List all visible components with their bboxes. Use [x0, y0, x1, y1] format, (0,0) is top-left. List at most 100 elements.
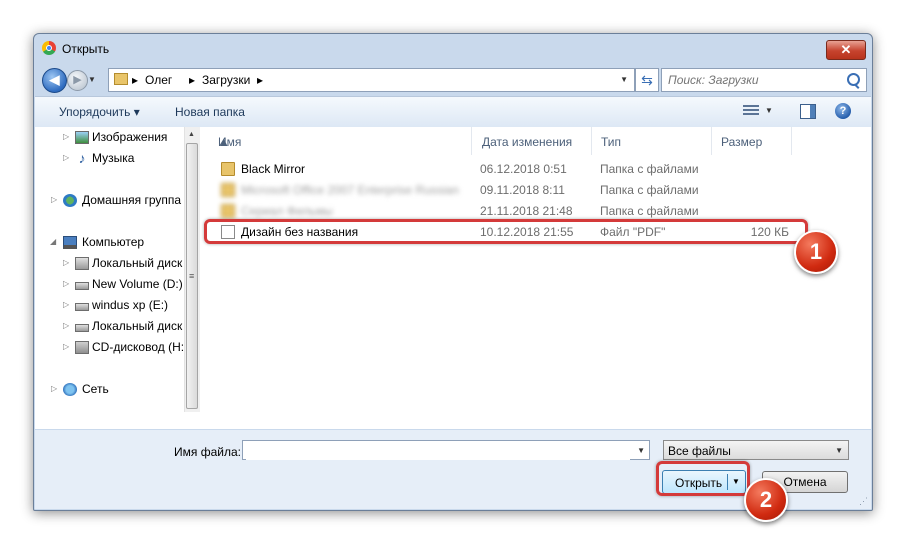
file-row[interactable]: Microsoft Office 2007 Enterprise Russian… — [201, 180, 801, 201]
expand-arrow-icon[interactable]: ▷ — [63, 132, 69, 141]
nav-item-label: New Volume (D:) — [92, 277, 183, 291]
preview-pane-icon[interactable] — [800, 104, 816, 119]
search-icon[interactable] — [847, 73, 860, 86]
breadcrumb[interactable]: ▸ Олег ▸ Загрузки ▸ ▼ — [108, 68, 635, 92]
refresh-icon: ⇆ — [641, 72, 653, 88]
grip-icon: ≡ — [189, 271, 195, 281]
file-row[interactable]: Black Mirror 06.12.2018 0:51 Папка с фай… — [201, 159, 801, 180]
folder-icon — [221, 162, 235, 176]
file-type: Папка с файлами — [600, 183, 699, 197]
recent-locations-chevron-icon[interactable]: ▼ — [88, 75, 96, 84]
nav-item-label: Локальный диск — [92, 256, 183, 270]
refresh-button[interactable]: ⇆ — [635, 68, 659, 92]
sort-ascending-icon: ▲ — [218, 135, 230, 149]
breadcrumb-separator-icon[interactable]: ▸ — [189, 73, 195, 87]
column-label: Тип — [601, 135, 622, 149]
view-dropdown-icon[interactable]: ▼ — [765, 106, 773, 115]
nav-item-drive-c[interactable]: ▷ Локальный диск — [35, 255, 184, 273]
back-button[interactable]: ◀ — [42, 68, 67, 93]
filename-dropdown-icon[interactable]: ▼ — [637, 446, 645, 455]
title-bar: Открыть ✕ — [34, 34, 872, 64]
step2-highlight — [656, 461, 750, 496]
close-button[interactable]: ✕ — [826, 40, 866, 60]
file-type: Папка с файлами — [600, 204, 699, 218]
file-name: Microsoft Office 2007 Enterprise Russian — [241, 183, 459, 197]
address-bar: ◀ ▶ ▼ ▸ Олег ▸ Загрузки ▸ ▼ ⇆ — [40, 68, 867, 93]
filter-value: Все файлы — [668, 444, 731, 458]
organize-button[interactable]: Упорядочить ▾ — [59, 105, 140, 119]
main-content: ▷ Изображения ▷ ♪ Музыка ▷ Домашняя груп… — [35, 127, 871, 429]
new-folder-button[interactable]: Новая папка — [175, 105, 245, 119]
filename-input[interactable] — [246, 442, 630, 460]
file-type: Папка с файлами — [600, 162, 699, 176]
nav-item-cd-drive[interactable]: ▷ CD-дисковод (H: — [35, 339, 184, 357]
file-list: Имя ▲ Дата изменения Тип Размер Black Mi… — [201, 127, 871, 429]
nav-item-label: CD-дисковод (H: — [92, 340, 184, 354]
navigation-pane: ▷ Изображения ▷ ♪ Музыка ▷ Домашняя груп… — [35, 127, 184, 412]
nav-item-label: Сеть — [82, 382, 109, 396]
nav-item-pictures[interactable]: ▷ Изображения — [35, 129, 184, 147]
column-label: Размер — [721, 135, 763, 149]
expand-arrow-icon[interactable]: ▷ — [63, 153, 69, 162]
nav-item-music[interactable]: ▷ ♪ Музыка — [35, 150, 184, 168]
music-icon: ♪ — [78, 150, 86, 166]
scroll-up-icon[interactable]: ▲ — [188, 131, 195, 138]
nav-item-network[interactable]: ▷ Сеть — [35, 381, 184, 399]
nav-item-homegroup[interactable]: ▷ Домашняя группа — [35, 192, 184, 210]
step1-highlight — [204, 219, 808, 244]
expand-arrow-icon[interactable]: ▷ — [51, 195, 57, 204]
filename-field[interactable]: ▼ — [242, 440, 650, 460]
file-type-filter[interactable]: Все файлы ▼ — [663, 440, 849, 460]
folder-icon — [221, 183, 235, 197]
homegroup-icon — [63, 194, 77, 207]
expand-arrow-icon[interactable]: ▷ — [51, 384, 57, 393]
breadcrumb-item-user[interactable]: Олег — [145, 73, 172, 87]
computer-icon — [63, 236, 77, 249]
resize-grip-icon[interactable]: ⋰ — [859, 496, 868, 507]
collapse-arrow-icon[interactable]: ◢ — [50, 237, 56, 246]
file-date: 09.11.2018 8:11 — [480, 183, 565, 197]
breadcrumb-separator-icon[interactable]: ▸ — [257, 73, 263, 87]
nav-item-drive-d[interactable]: ▷ New Volume (D:) — [35, 276, 184, 294]
search-input[interactable] — [666, 71, 845, 89]
command-toolbar: Упорядочить ▾ Новая папка ▼ ? — [35, 96, 871, 128]
file-date: 21.11.2018 21:48 — [480, 204, 573, 218]
expand-arrow-icon[interactable]: ▷ — [63, 258, 69, 267]
nav-item-label: Домашняя группа — [82, 193, 182, 207]
pictures-icon — [75, 131, 89, 144]
nav-item-label: Локальный диск — [92, 319, 183, 333]
nav-item-drive-f[interactable]: ▷ Локальный диск — [35, 318, 184, 336]
window-title: Открыть — [62, 42, 110, 56]
system-drive-icon — [75, 257, 89, 270]
file-date: 06.12.2018 0:51 — [480, 162, 567, 176]
open-file-dialog: Открыть ✕ ◀ ▶ ▼ ▸ Олег ▸ Загрузки ▸ ▼ ⇆ … — [33, 33, 873, 511]
file-name: Сериал Фильмы — [241, 204, 333, 218]
folder-icon — [114, 73, 128, 85]
cd-drive-icon — [75, 341, 89, 354]
file-name: Black Mirror — [241, 162, 306, 176]
chrome-icon — [42, 41, 56, 55]
nav-item-label: Компьютер — [82, 235, 145, 249]
chevron-down-icon: ▼ — [835, 446, 843, 455]
search-field[interactable] — [661, 68, 867, 92]
expand-arrow-icon[interactable]: ▷ — [63, 321, 69, 330]
view-options-icon[interactable] — [743, 105, 759, 117]
nav-item-drive-e[interactable]: ▷ windus xp (E:) — [35, 297, 184, 315]
column-header-size[interactable]: Размер — [712, 127, 792, 155]
column-header-date[interactable]: Дата изменения — [472, 127, 592, 155]
address-dropdown-icon[interactable]: ▼ — [620, 75, 628, 84]
nav-scrollbar[interactable]: ▲ ≡ — [184, 127, 200, 412]
expand-arrow-icon[interactable]: ▷ — [63, 342, 69, 351]
nav-item-label: Изображения — [92, 130, 168, 144]
scrollbar-thumb[interactable]: ≡ — [186, 143, 198, 409]
forward-button[interactable]: ▶ — [67, 70, 88, 91]
column-header-type[interactable]: Тип — [592, 127, 712, 155]
nav-item-computer[interactable]: ◢ Компьютер — [35, 234, 184, 252]
expand-arrow-icon[interactable]: ▷ — [63, 279, 69, 288]
filename-label: Имя файла: — [174, 445, 241, 459]
column-header-name[interactable]: Имя ▲ — [201, 127, 472, 155]
breadcrumb-item-downloads[interactable]: Загрузки — [202, 73, 250, 87]
breadcrumb-separator-icon[interactable]: ▸ — [132, 73, 138, 87]
help-icon[interactable]: ? — [835, 103, 851, 119]
expand-arrow-icon[interactable]: ▷ — [63, 300, 69, 309]
